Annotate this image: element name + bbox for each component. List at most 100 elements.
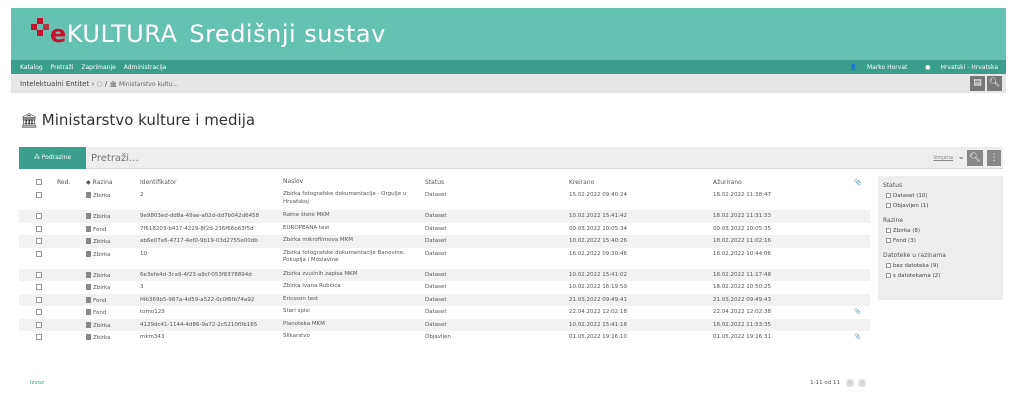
breadcrumb: Intelektualni Entitet › ○ / 🏛 Ministarst… <box>11 74 1006 93</box>
checkbox[interactable] <box>886 263 891 268</box>
status-cell: Dataset <box>425 213 447 219</box>
breadcrumb-root[interactable]: Intelektualni Entitet <box>20 80 89 88</box>
row-checkbox[interactable] <box>36 321 42 328</box>
col-header-created[interactable]: Kreirano <box>569 179 594 186</box>
table-row[interactable]: Fond tomo123 Stari spisi Dataset 22.04.2022 … <box>19 306 870 319</box>
table-row[interactable]: Zbirka mkm343 Slikarstvo Objavljen 01.05.202… <box>19 331 870 344</box>
circle-icon: ○ <box>96 80 103 88</box>
identifier-cell: mkm343 <box>140 334 165 340</box>
records-table: Red. ◆ Razina Identifikator Naslov Statu… <box>19 176 870 344</box>
row-checkbox[interactable] <box>36 250 42 257</box>
row-checkbox[interactable] <box>36 296 42 303</box>
title-cell[interactable]: Stari spisi <box>283 308 413 316</box>
language-menu[interactable]: ● Hrvatski - Hrvatska <box>917 64 998 71</box>
table-row[interactable]: Fond 7f618203-b417-4229-8f2d-236f66b63f5d… <box>19 223 870 236</box>
search-input[interactable] <box>91 151 391 165</box>
facet-option[interactable]: s datotekama (2) <box>886 273 998 279</box>
col-header-level[interactable]: ◆ Razina <box>86 179 113 186</box>
table-row[interactable]: Zbirka 2 Zbirka fotografske dokumentacije … <box>19 189 870 210</box>
title-cell[interactable]: Planoteka MKM <box>283 321 413 329</box>
document-icon <box>86 225 91 232</box>
title-cell[interactable]: Zbirka zvučnih zapisa MKM <box>283 271 413 279</box>
nav-item-katalog[interactable]: Katalog <box>20 64 43 71</box>
checkbox[interactable] <box>886 193 891 198</box>
col-header-title[interactable]: Naslov <box>283 178 413 186</box>
title-cell[interactable]: Ericsson test <box>283 296 413 304</box>
row-checkbox[interactable] <box>36 334 42 340</box>
chevron-down-icon[interactable]: ⌄ <box>957 152 965 162</box>
row-checkbox[interactable] <box>36 213 42 219</box>
document-icon <box>86 321 91 328</box>
export-link[interactable]: Izvoz <box>30 380 44 386</box>
nav-item-pretrazi[interactable]: Pretraži <box>51 64 74 71</box>
globe-icon: ● <box>925 64 931 71</box>
title-cell[interactable]: Ratne štete MKM <box>283 212 413 220</box>
select-all-checkbox[interactable] <box>36 179 42 185</box>
prev-page-button[interactable]: ‹ <box>846 379 854 387</box>
sublevels-button[interactable]: ⁂ Podrazine <box>19 147 86 169</box>
identifier-cell: 6e3efe4d-3ca9-4f23-a9cf-053f8378894d <box>140 271 252 278</box>
created-cell: 10.02.2022 15:41:02 <box>569 271 627 278</box>
row-checkbox[interactable] <box>36 192 42 198</box>
table-row[interactable]: Fond f4b369b5-987a-4d59-a522-0c0f6fb74a92… <box>19 293 870 306</box>
user-menu[interactable]: 👤 Marko Horvat <box>842 64 908 71</box>
attachment-icon[interactable]: 📎 <box>854 309 861 315</box>
level-cell: Fond <box>86 309 106 316</box>
document-icon <box>86 284 91 290</box>
next-page-button[interactable]: › <box>858 379 866 387</box>
facet-option[interactable]: Objavljen (1) <box>886 203 998 209</box>
title-cell[interactable]: Zbirka fotografske dokumentacije Banovin… <box>283 250 413 265</box>
col-header-identifier[interactable]: Identifikator <box>140 179 176 186</box>
facet-title-status: Status <box>883 182 903 189</box>
facet-option[interactable]: Fond (3) <box>886 238 998 244</box>
title-cell[interactable]: Zbirka Ivana Rubčića <box>283 283 413 291</box>
search-icon: 🔍︎ <box>969 153 981 163</box>
col-header-updated[interactable]: Ažurirano <box>713 179 742 186</box>
checkbox[interactable] <box>886 273 891 278</box>
search-submit-button[interactable]: 🔍︎ <box>967 150 983 166</box>
list-view-button[interactable]: ▤ <box>970 76 985 91</box>
facet-title-files: Datoteke u razinama <box>883 252 946 259</box>
row-checkbox[interactable] <box>36 271 42 278</box>
title-cell[interactable]: Slikarstvo <box>283 333 413 341</box>
document-icon <box>86 250 91 257</box>
table-row[interactable]: Zbirka 4129dc41-1144-4d86-9a72-2c5210f0b1… <box>19 318 870 331</box>
row-checkbox[interactable] <box>36 238 42 244</box>
col-header-order[interactable]: Red. <box>57 179 70 186</box>
title-cell[interactable]: Zbirka fotografske dokumentacije - Orgul… <box>283 191 413 206</box>
level-cell: Zbirka <box>86 334 111 341</box>
level-cell: Zbirka <box>86 250 111 258</box>
checkbox[interactable] <box>886 238 891 243</box>
row-checkbox[interactable] <box>36 225 42 232</box>
search-button[interactable]: 🔍︎ <box>987 76 1002 91</box>
tag-icon: ◆ <box>86 179 91 186</box>
nav-item-administracija[interactable]: Administracija <box>124 64 167 71</box>
level-cell: Zbirka <box>86 321 111 329</box>
level-cell: Fond <box>86 225 106 233</box>
attachment-icon[interactable]: 📎 <box>854 334 861 340</box>
identifier-cell: 3 <box>140 284 144 290</box>
title-cell[interactable]: Zbirka mikrofilmova MKM <box>283 237 413 245</box>
list-toolbar: ⁂ Podrazine Izmjena ⌄ 🔍︎ ⋮ <box>19 147 1003 169</box>
row-checkbox[interactable] <box>36 309 42 315</box>
nav-item-zaprimanje[interactable]: Zaprimanje <box>81 64 115 71</box>
more-menu-button[interactable]: ⋮ <box>987 150 1001 166</box>
title-cell[interactable]: EUROPEANA test <box>283 225 413 233</box>
checkbox[interactable] <box>886 228 891 233</box>
col-header-status[interactable]: Status <box>425 179 444 186</box>
created-cell: 10.02.2022 15:40:26 <box>569 238 627 244</box>
status-cell: Dataset <box>425 296 447 303</box>
facet-option[interactable]: Dataset (10) <box>886 193 998 199</box>
table-row[interactable]: Zbirka 6e3efe4d-3ca9-4f23-a9cf-053f837889… <box>19 268 870 281</box>
facet-option[interactable]: Zbirka (8) <box>886 228 998 234</box>
facet-title-levels: Razine <box>883 217 904 224</box>
checkbox[interactable] <box>886 203 891 208</box>
facet-option[interactable]: bez datoteka (9) <box>886 263 998 269</box>
table-row[interactable]: Zbirka ab6e07e6-4717-4ef0-9b19-03d2755e00… <box>19 235 870 248</box>
app-title[interactable]: eKULTURA Središnji sustav <box>50 20 386 48</box>
row-checkbox[interactable] <box>36 284 42 290</box>
sort-select[interactable]: Izmjena <box>933 155 953 161</box>
table-row[interactable]: Zbirka 9e9803ed-dd8a-49ae-a02d-dd7b042d64… <box>19 210 870 223</box>
table-row[interactable]: Zbirka 10 Zbirka fotografske dokumentacije… <box>19 248 870 269</box>
table-row[interactable]: Zbirka 3 Zbirka Ivana Rubčića Dataset 10.02.… <box>19 281 870 294</box>
